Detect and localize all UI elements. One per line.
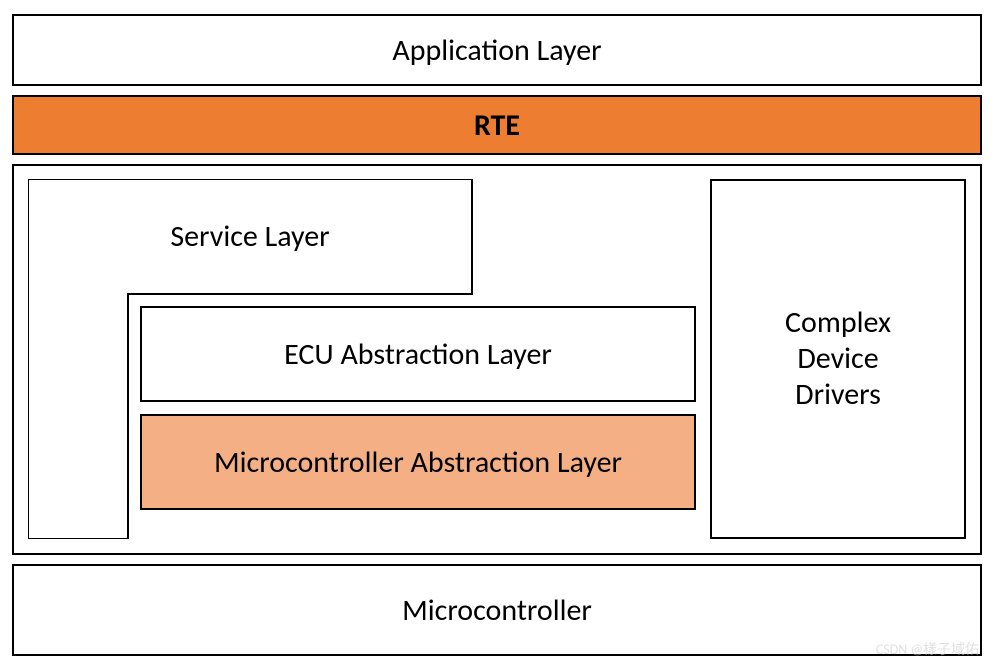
- application-layer-label: Application Layer: [392, 32, 601, 69]
- complex-drivers-label-3: Drivers: [795, 377, 881, 413]
- service-layer-label: Service Layer: [170, 218, 329, 255]
- microcontroller-layer-label: Microcontroller: [402, 592, 592, 629]
- microcontroller-layer-box: Microcontroller: [12, 564, 982, 656]
- rte-layer-box: RTE: [12, 95, 982, 155]
- complex-drivers-label-1: Complex: [785, 305, 891, 341]
- complex-drivers-label-2: Device: [797, 341, 878, 377]
- application-layer-box: Application Layer: [12, 14, 982, 86]
- rte-layer-label: RTE: [474, 107, 520, 144]
- service-layer-label-container: Service Layer: [28, 179, 472, 294]
- complex-drivers-box: Complex Device Drivers: [710, 179, 966, 539]
- watermark-text: CSDN @樣子域佑: [876, 639, 979, 659]
